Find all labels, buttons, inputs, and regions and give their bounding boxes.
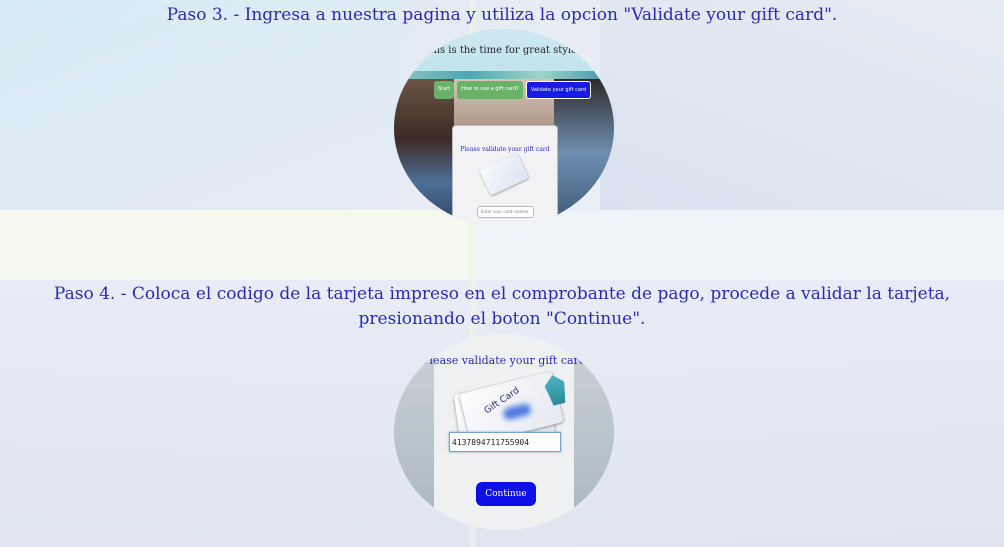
screenshot-nav: Start How to use a gift card? Validate y… xyxy=(434,81,592,99)
blurred-code xyxy=(502,402,533,421)
validate-panel: Please validate your gift card Enter you… xyxy=(452,125,558,227)
step-4-text: Paso 4. - Coloca el codigo de la tarjeta… xyxy=(53,284,951,329)
decorative-stripe xyxy=(394,71,614,79)
step-4-screenshot: Please validate your gift card Gift Card… xyxy=(394,334,614,530)
banner-text: this is the time for great style" xyxy=(426,45,582,56)
validate-heading: Please validate your gift card xyxy=(422,354,586,367)
nav-how-to-use: How to use a gift card? xyxy=(457,81,523,99)
model-photo-right xyxy=(554,79,614,227)
step-3-screenshot: this is the time for great style" Start … xyxy=(394,29,614,227)
step-3-text: Paso 3. - Ingresa a nuestra pagina y uti… xyxy=(166,5,838,25)
gift-card-image xyxy=(479,152,529,196)
model-photo-left xyxy=(394,79,454,227)
nav-validate: Validate your gift card xyxy=(525,81,592,99)
card-number-field: Enter your card number xyxy=(477,206,534,218)
panel-title: Please validate your gift card xyxy=(460,146,550,153)
continue-button: Continue xyxy=(476,482,536,506)
leaf-icon xyxy=(543,373,570,407)
card-code-field: 4137894711755904 xyxy=(449,432,561,452)
nav-start: Start xyxy=(434,81,455,99)
